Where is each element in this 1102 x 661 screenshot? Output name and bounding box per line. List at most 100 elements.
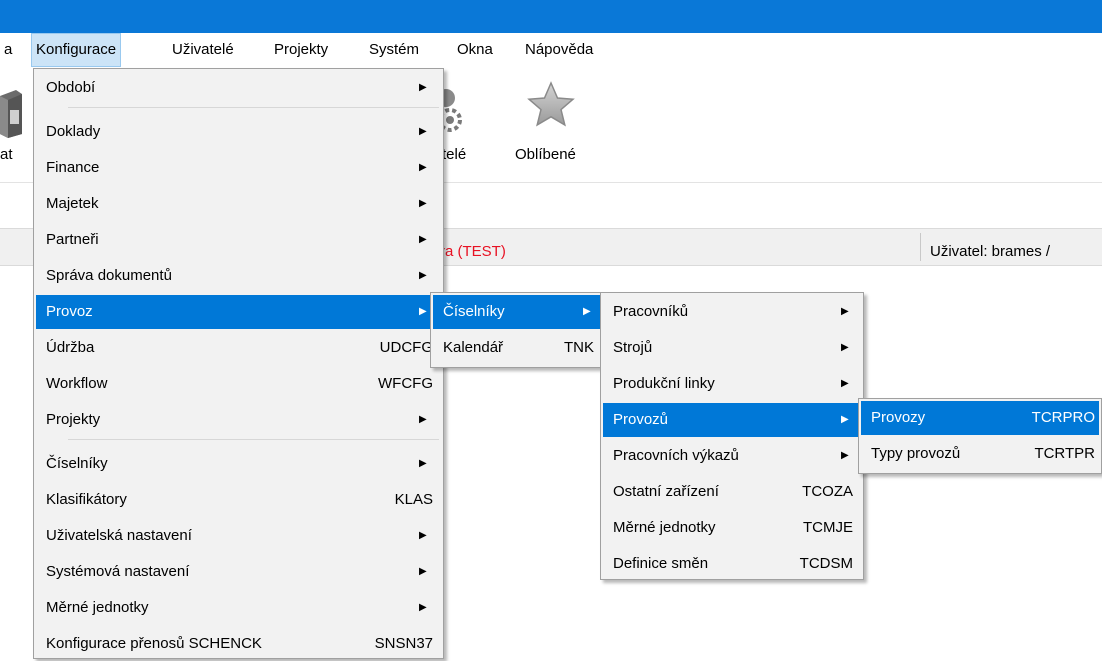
menu-item-label: Finance	[46, 159, 100, 176]
menu-provoz: Číselníky ▶ Kalendář TNK	[430, 292, 605, 368]
submenu-arrow-icon: ▶	[419, 162, 427, 173]
status-user: Uživatel: brames /	[930, 243, 1051, 260]
menu-item-shortcut: TCOZA	[802, 483, 853, 500]
menu-item-label: Projekty	[46, 411, 101, 428]
submenu-arrow-icon: ▶	[419, 198, 427, 209]
menu-item-systemova-nastaveni[interactable]: Systémová nastavení ▶	[36, 555, 441, 589]
submenu-arrow-icon: ▶	[841, 306, 849, 317]
menu-item-shortcut: WFCFG	[378, 375, 433, 392]
submenu-arrow-icon: ▶	[419, 270, 427, 281]
menu-item-label: Údržba	[46, 339, 95, 356]
menu-item-shortcut: TCDSM	[799, 555, 853, 572]
menu-item-label: Pracovních výkazů	[613, 447, 739, 464]
menu-separator	[68, 107, 439, 108]
menu-item-label: Kalendář	[443, 339, 504, 356]
catalog-icon[interactable]	[0, 88, 26, 142]
menu-konfigurace: Období ▶ Doklady ▶ Finance ▶ Majetek ▶ P…	[33, 68, 444, 659]
menu-item-merne-jednotky-cis[interactable]: Měrné jednotky TCMJE	[603, 511, 861, 545]
menu-item-sprava-dokumentu[interactable]: Správa dokumentů ▶	[36, 259, 441, 293]
menubar-item-konfigurace[interactable]: Konfigurace	[31, 33, 122, 67]
menu-item-label: Definice směn	[613, 555, 709, 572]
menu-item-provozy[interactable]: Provozy TCRPRO	[861, 401, 1099, 435]
menu-item-typy-provozu[interactable]: Typy provozů TCRTPR	[861, 437, 1099, 471]
menu-item-label: Měrné jednotky	[46, 599, 149, 616]
menu-item-projekty[interactable]: Projekty ▶	[36, 403, 441, 437]
toolbar-label-favorites: Oblíbené	[515, 146, 576, 163]
menu-item-label: Majetek	[46, 195, 99, 212]
status-database: ra (TEST)	[440, 243, 506, 260]
submenu-arrow-icon: ▶	[419, 306, 427, 317]
submenu-arrow-icon: ▶	[841, 414, 849, 425]
submenu-arrow-icon: ▶	[419, 414, 427, 425]
menu-item-definice-smen[interactable]: Definice směn TCDSM	[603, 547, 861, 581]
menubar-item-napoveda[interactable]: Nápověda	[521, 33, 597, 67]
menu-item-konfigurace-prenosu[interactable]: Konfigurace přenosů SCHENCK SNSN37	[36, 627, 441, 661]
menu-item-finance[interactable]: Finance ▶	[36, 151, 441, 185]
menubar-item-projekty[interactable]: Projekty	[270, 33, 332, 67]
menu-item-partneri[interactable]: Partneři ▶	[36, 223, 441, 257]
menu-provozu: Provozy TCRPRO Typy provozů TCRTPR	[858, 398, 1102, 474]
menubar-item-partial[interactable]: a	[0, 33, 16, 67]
menu-item-label: Období	[46, 79, 96, 96]
menu-item-kalendar[interactable]: Kalendář TNK	[433, 331, 602, 365]
menu-item-label: Klasifikátory	[46, 491, 127, 508]
menubar-item-system[interactable]: Systém	[365, 33, 423, 67]
menu-item-shortcut: TCRPRO	[1031, 409, 1095, 426]
menu-item-pracovnich-vykazu[interactable]: Pracovních výkazů ▶	[603, 439, 861, 473]
menu-item-ostatni-zarizeni[interactable]: Ostatní zařízení TCOZA	[603, 475, 861, 509]
menu-item-provoz[interactable]: Provoz ▶	[36, 295, 441, 329]
menu-item-label: Systémová nastavení	[46, 563, 190, 580]
menu-item-label: Provozy	[871, 409, 926, 426]
submenu-arrow-icon: ▶	[419, 234, 427, 245]
menu-item-provozu[interactable]: Provozů ▶	[603, 403, 861, 437]
menu-item-shortcut: TCMJE	[803, 519, 853, 536]
toolbar-label-users: telé	[442, 146, 467, 163]
menu-item-label: Provoz	[46, 303, 93, 320]
menu-item-stroju[interactable]: Strojů ▶	[603, 331, 861, 365]
menu-item-produkcni-linky[interactable]: Produkční linky ▶	[603, 367, 861, 401]
menu-item-merne-jednotky[interactable]: Měrné jednotky ▶	[36, 591, 441, 625]
menu-item-shortcut: KLAS	[394, 491, 433, 508]
menu-item-label: Workflow	[46, 375, 108, 392]
menu-item-shortcut: UDCFG	[379, 339, 433, 356]
menubar: a Konfigurace Uživatelé Projekty Systém …	[0, 33, 1102, 67]
menu-item-label: Uživatelská nastavení	[46, 527, 192, 544]
submenu-arrow-icon: ▶	[841, 378, 849, 389]
menu-item-label: Strojů	[613, 339, 653, 356]
submenu-arrow-icon: ▶	[419, 602, 427, 613]
menu-item-pracovniku[interactable]: Pracovníků ▶	[603, 295, 861, 329]
menu-item-shortcut: TNK	[564, 339, 594, 356]
toolbar-label-partial: at	[0, 146, 13, 163]
submenu-arrow-icon: ▶	[841, 450, 849, 461]
menu-item-ciselniky-provoz[interactable]: Číselníky ▶	[433, 295, 602, 329]
menu-item-majetek[interactable]: Majetek ▶	[36, 187, 441, 221]
window-titlebar	[0, 0, 1102, 33]
status-divider	[920, 233, 921, 261]
menu-item-label: Číselníky	[46, 455, 108, 472]
menu-item-label: Produkční linky	[613, 375, 715, 392]
favorites-star-icon[interactable]	[527, 81, 575, 133]
submenu-arrow-icon: ▶	[583, 306, 591, 317]
submenu-arrow-icon: ▶	[419, 566, 427, 577]
menu-item-label: Konfigurace přenosů SCHENCK	[46, 635, 262, 652]
menubar-item-okna[interactable]: Okna	[453, 33, 497, 67]
menu-item-klasifikatory[interactable]: Klasifikátory KLAS	[36, 483, 441, 517]
menu-item-obdobi[interactable]: Období ▶	[36, 71, 441, 105]
submenu-arrow-icon: ▶	[419, 530, 427, 541]
menu-item-workflow[interactable]: Workflow WFCFG	[36, 367, 441, 401]
menu-item-ciselniky[interactable]: Číselníky ▶	[36, 447, 441, 481]
menu-item-shortcut: TCRTPR	[1034, 445, 1095, 462]
menu-item-label: Typy provozů	[871, 445, 961, 462]
menubar-item-uzivatele[interactable]: Uživatelé	[168, 33, 238, 67]
menu-item-udrzba[interactable]: Údržba UDCFG	[36, 331, 441, 365]
menu-item-doklady[interactable]: Doklady ▶	[36, 115, 441, 149]
menu-item-uzivatelska-nastaveni[interactable]: Uživatelská nastavení ▶	[36, 519, 441, 553]
menu-ciselniky: Pracovníků ▶ Strojů ▶ Produkční linky ▶ …	[600, 292, 864, 580]
submenu-arrow-icon: ▶	[419, 126, 427, 137]
submenu-arrow-icon: ▶	[419, 82, 427, 93]
submenu-arrow-icon: ▶	[841, 342, 849, 353]
menu-item-label: Správa dokumentů	[46, 267, 172, 284]
menu-item-label: Provozů	[613, 411, 669, 428]
menu-item-label: Doklady	[46, 123, 101, 140]
menu-item-shortcut: SNSN37	[374, 635, 433, 652]
